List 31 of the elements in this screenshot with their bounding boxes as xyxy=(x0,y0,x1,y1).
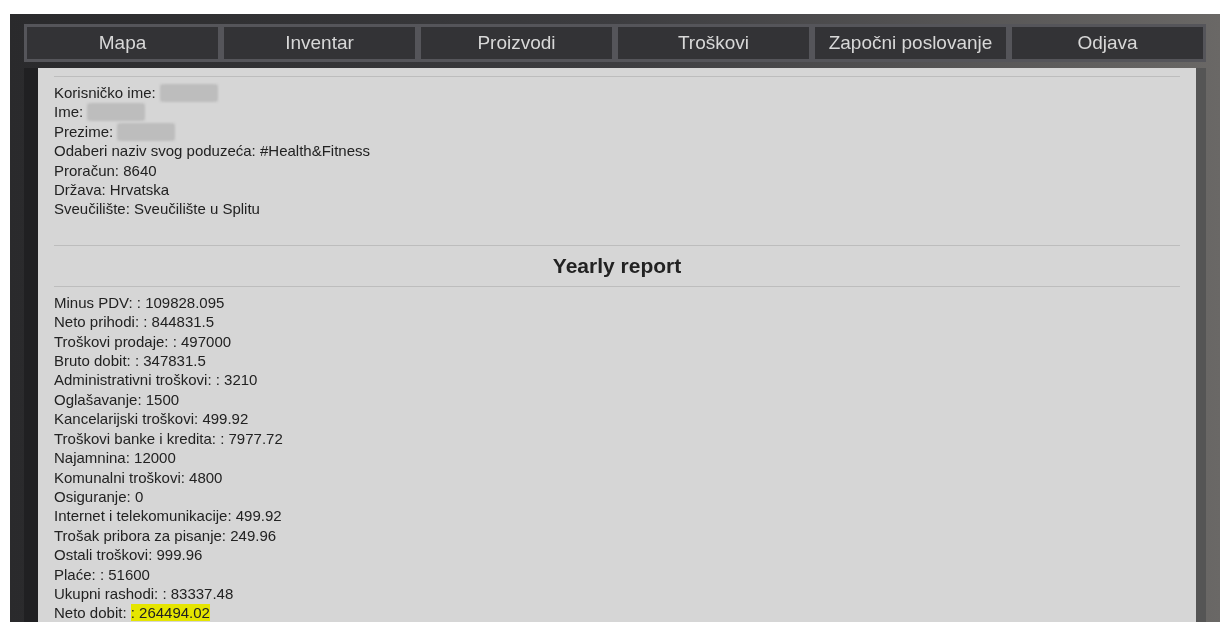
profile-line: Država: Hrvatska xyxy=(54,180,170,200)
report-line: Troškovi prodaje: : 497000 xyxy=(54,331,232,352)
profile-line: Ime: xyxy=(54,102,84,122)
nav-tab[interactable]: Inventar xyxy=(224,27,415,59)
report-line: Administrativni troškovi: : 3210 xyxy=(54,370,258,390)
report-line: Minus PDV: : 109828.095 xyxy=(54,292,225,313)
nav-tab[interactable]: Troškovi xyxy=(618,27,809,59)
report-line: Trošak pribora za pisanje: 249.96 xyxy=(54,525,277,546)
report-line: Ukupni rashodi: : 83337.48 xyxy=(54,583,234,604)
nav-tab[interactable]: Započni poslovanje xyxy=(815,27,1006,59)
profile-line: Sveučilište: Sveučilište u Splitu xyxy=(54,199,260,219)
report-line: Oglašavanje: 1500 xyxy=(54,389,180,410)
report-line: Neto prihodi: : 844831.5 xyxy=(54,312,215,332)
profile-line: Proračun: 8640 xyxy=(54,160,157,181)
report-line: Troškovi banke i kredita: : 7977.72 xyxy=(54,428,283,449)
profile-line: Korisničko ime: xyxy=(54,83,156,103)
report-line: Komunalni troškovi: 4800 xyxy=(54,467,223,487)
report-line: Ostali troškovi: 999.96 xyxy=(54,545,203,565)
report-line: Plaće: : 51600 xyxy=(54,564,150,584)
profile-line: Odaberi naziv svog poduzeća: #Health&Fitness xyxy=(54,141,371,161)
nav-tab[interactable]: Proizvodi xyxy=(421,27,612,59)
report-line: Neto dobit: : 264494.02 xyxy=(54,603,210,622)
report-line: Osiguranje: 0 xyxy=(54,486,144,507)
report-title: Yearly report xyxy=(551,252,683,279)
report-line: Internet i telekomunikacije: 499.92 xyxy=(54,506,282,526)
report-line: Bruto dobit: : 347831.5 xyxy=(54,351,206,371)
nav-tab[interactable]: Mapa xyxy=(27,27,218,59)
report-line: Kancelarijski troškovi: 499.92 xyxy=(54,409,249,429)
profile-line: Prezime: xyxy=(54,121,114,142)
nav-tab[interactable]: Odjava xyxy=(1012,27,1203,59)
report-line: Najamnina: 12000 xyxy=(54,448,176,468)
